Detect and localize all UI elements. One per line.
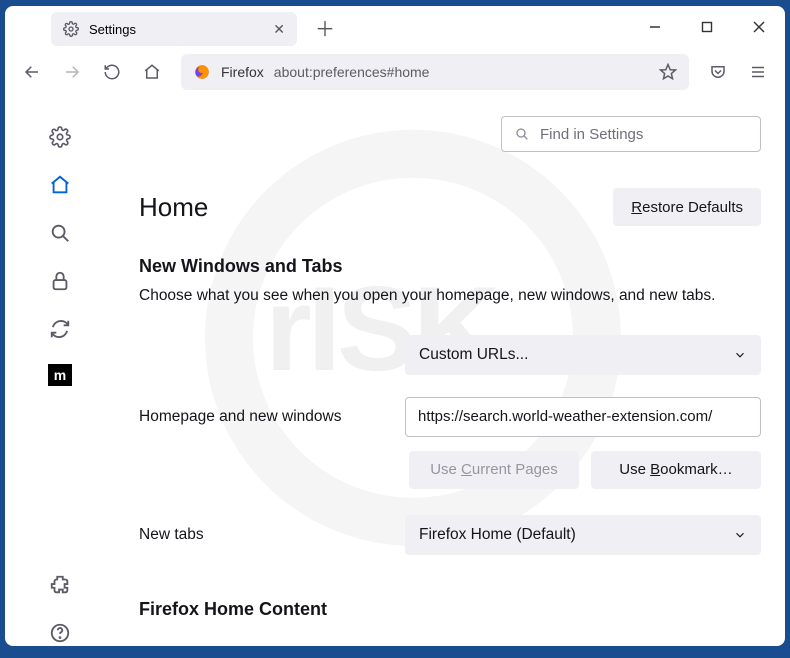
pocket-button[interactable] xyxy=(701,55,735,89)
settings-main: Find in Settings Home Restore Defaults N… xyxy=(115,96,785,646)
use-bookmark-button[interactable]: Use Bookmark… xyxy=(591,451,761,489)
toolbar: Firefox about:preferences#home xyxy=(5,48,785,96)
menu-button[interactable] xyxy=(741,55,775,89)
newtabs-select[interactable]: Firefox Home (Default) xyxy=(405,515,761,555)
section-heading-home-content: Firefox Home Content xyxy=(139,599,761,620)
close-window-button[interactable] xyxy=(733,6,785,48)
restore-defaults-button[interactable]: Restore Defaults xyxy=(613,188,761,226)
sidebar-extensions-icon[interactable] xyxy=(47,572,73,598)
identity-label: Firefox xyxy=(221,64,264,80)
use-current-pages-button[interactable]: Use Current Pages xyxy=(409,451,579,489)
sidebar-home-icon[interactable] xyxy=(47,172,73,198)
page-title: Home xyxy=(139,192,208,223)
homepage-select[interactable]: Custom URLs... xyxy=(405,335,761,375)
forward-button[interactable] xyxy=(55,55,89,89)
section-description: Choose what you see when you open your h… xyxy=(139,285,761,307)
select-value: Firefox Home (Default) xyxy=(419,526,576,544)
close-tab-icon[interactable]: ✕ xyxy=(273,21,285,38)
homepage-label: Homepage and new windows xyxy=(139,408,387,426)
url-bar[interactable]: Firefox about:preferences#home xyxy=(181,54,689,90)
browser-tab[interactable]: Settings ✕ xyxy=(51,12,297,46)
newtabs-label: New tabs xyxy=(139,526,387,544)
home-button[interactable] xyxy=(135,55,169,89)
firefox-icon xyxy=(193,63,211,81)
settings-sidebar: m xyxy=(5,96,115,646)
bookmark-star-icon[interactable] xyxy=(659,63,677,81)
maximize-button[interactable] xyxy=(681,6,733,48)
select-value: Custom URLs... xyxy=(419,346,528,364)
gear-icon xyxy=(63,21,79,37)
titlebar: Settings ✕ ＋ xyxy=(5,6,785,48)
minimize-button[interactable] xyxy=(629,6,681,48)
new-tab-button[interactable]: ＋ xyxy=(315,13,335,42)
sidebar-more-icon[interactable]: m xyxy=(48,364,72,386)
search-placeholder: Find in Settings xyxy=(540,126,643,143)
back-button[interactable] xyxy=(15,55,49,89)
sidebar-help-icon[interactable] xyxy=(47,620,73,646)
tab-title: Settings xyxy=(89,22,136,37)
chevron-down-icon xyxy=(733,528,747,542)
find-in-settings-input[interactable]: Find in Settings xyxy=(501,116,761,152)
sidebar-sync-icon[interactable] xyxy=(47,316,73,342)
sidebar-privacy-icon[interactable] xyxy=(47,268,73,294)
sidebar-general-icon[interactable] xyxy=(47,124,73,150)
section-heading-windows-tabs: New Windows and Tabs xyxy=(139,256,761,277)
homepage-url-input[interactable] xyxy=(405,397,761,437)
sidebar-search-icon[interactable] xyxy=(47,220,73,246)
url-text: about:preferences#home xyxy=(274,64,430,80)
search-icon xyxy=(514,126,530,142)
reload-button[interactable] xyxy=(95,55,129,89)
chevron-down-icon xyxy=(733,348,747,362)
